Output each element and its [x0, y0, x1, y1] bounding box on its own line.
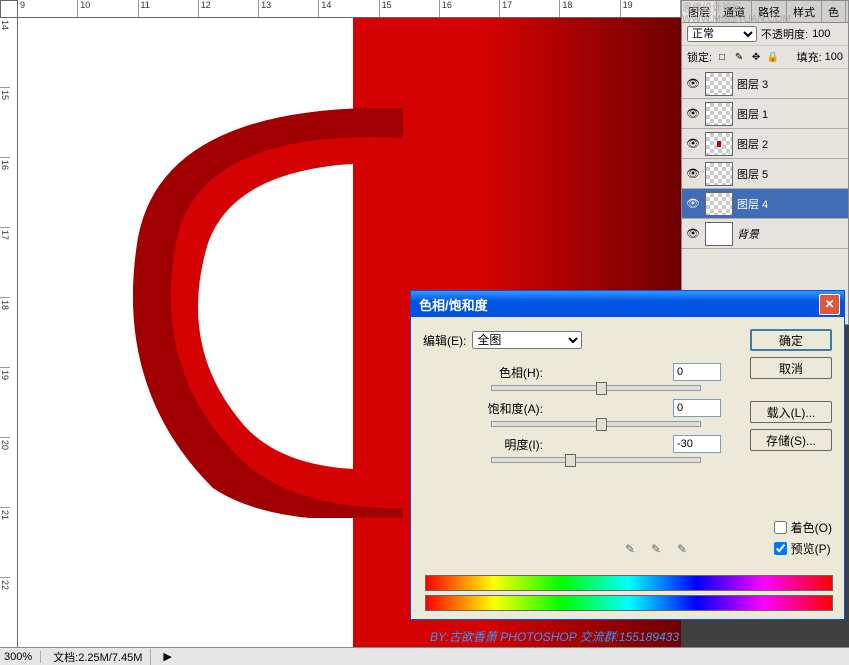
layer-name: 图层 2	[737, 136, 768, 152]
visibility-icon[interactable]: 👁	[685, 76, 701, 92]
lock-transparency-icon[interactable]: □	[715, 50, 729, 64]
layer-item[interactable]: 👁 图层 4	[682, 189, 848, 219]
fill-label: 填充:	[797, 49, 822, 65]
layer-thumbnail	[705, 72, 733, 96]
colorize-label: 着色(O)	[791, 519, 832, 536]
preview-checkbox[interactable]	[774, 542, 787, 555]
lock-image-icon[interactable]: ✎	[732, 50, 746, 64]
layer-item[interactable]: 👁 图层 1	[682, 99, 848, 129]
layer-name: 图层 5	[737, 166, 768, 182]
hue-slider[interactable]	[491, 385, 701, 391]
ruler-horizontal: 9 10 11 12 13 14 15 16 17 18 19	[18, 0, 681, 18]
ok-button[interactable]: 确定	[750, 329, 832, 351]
hue-label: 色相(H):	[471, 364, 551, 381]
edit-select[interactable]: 全图	[472, 331, 582, 349]
dialog-title: 色相/饱和度	[419, 295, 488, 314]
lock-position-icon[interactable]: ✥	[749, 50, 763, 64]
preview-label: 预览(P)	[791, 540, 831, 557]
opacity-label: 不透明度:	[761, 26, 808, 42]
layer-list: 👁 图层 3 👁 图层 1 👁 图层 2 👁 图层 5 👁 图层 4 👁 背景	[682, 69, 848, 249]
layer-thumbnail	[705, 162, 733, 186]
visibility-icon[interactable]: 👁	[685, 136, 701, 152]
watermark: 思缘设计论坛 WWW.MISSYUAN.COM	[682, 0, 843, 25]
lightness-slider[interactable]	[491, 457, 701, 463]
saturation-input[interactable]	[673, 399, 721, 417]
status-bar: 300% 文档:2.25M/7.45M ▶	[0, 647, 849, 665]
save-button[interactable]: 存储(S)...	[750, 429, 832, 451]
saturation-slider[interactable]	[491, 421, 701, 427]
lightness-input[interactable]	[673, 435, 721, 453]
visibility-icon[interactable]: 👁	[685, 226, 701, 242]
visibility-icon[interactable]: 👁	[685, 196, 701, 212]
fill-value[interactable]: 100	[825, 51, 843, 63]
close-button[interactable]: ✕	[819, 294, 840, 315]
lock-label: 锁定:	[687, 49, 712, 65]
spectrum-bar-bottom	[425, 595, 833, 611]
status-arrow-icon[interactable]: ▶	[163, 650, 171, 663]
layer-item[interactable]: 👁 图层 2	[682, 129, 848, 159]
layer-name: 图层 4	[737, 196, 768, 212]
ruler-corner	[0, 0, 18, 18]
cup-handle-artwork	[123, 108, 403, 518]
layers-panel: 思缘设计论坛 WWW.MISSYUAN.COM 图层 通道 路径 样式 色 正常…	[681, 0, 849, 325]
load-button[interactable]: 载入(L)...	[750, 401, 832, 423]
layer-item[interactable]: 👁 图层 3	[682, 69, 848, 99]
hue-input[interactable]	[673, 363, 721, 381]
layer-thumbnail	[705, 192, 733, 216]
layer-thumbnail	[705, 132, 733, 156]
visibility-icon[interactable]: 👁	[685, 166, 701, 182]
zoom-level[interactable]: 300%	[4, 651, 41, 663]
cancel-button[interactable]: 取消	[750, 357, 832, 379]
layer-item[interactable]: 👁 背景	[682, 219, 848, 249]
layer-thumbnail	[705, 102, 733, 126]
layer-name: 背景	[737, 226, 759, 242]
layer-name: 图层 1	[737, 106, 768, 122]
saturation-label: 饱和度(A):	[471, 400, 551, 417]
spectrum-bar-top	[425, 575, 833, 591]
edit-label: 编辑(E):	[423, 332, 466, 349]
layer-name: 图层 3	[737, 76, 768, 92]
opacity-value[interactable]: 100	[812, 28, 830, 40]
hue-saturation-dialog: 色相/饱和度 ✕ 编辑(E): 全图 色相(H): 饱和度(A): 明度(I):	[410, 290, 845, 620]
eyedropper-subtract-icon[interactable]: ✎	[673, 540, 691, 558]
lightness-label: 明度(I):	[471, 436, 551, 453]
layer-item[interactable]: 👁 图层 5	[682, 159, 848, 189]
signature-text: BY:古欲香萧 PHOTOSHOP 交流群:155189433	[430, 628, 679, 645]
document-size: 文档:2.25M/7.45M	[53, 649, 151, 665]
ruler-vertical: 14 15 16 17 18 19 20 21 22	[0, 18, 18, 647]
lock-all-icon[interactable]: 🔒	[766, 50, 780, 64]
layer-thumbnail	[705, 222, 733, 246]
dialog-titlebar[interactable]: 色相/饱和度 ✕	[411, 291, 844, 317]
eyedropper-add-icon[interactable]: ✎	[647, 540, 665, 558]
blend-mode-select[interactable]: 正常	[687, 26, 757, 42]
colorize-checkbox[interactable]	[774, 521, 787, 534]
visibility-icon[interactable]: 👁	[685, 106, 701, 122]
eyedropper-icon[interactable]: ✎	[621, 540, 639, 558]
